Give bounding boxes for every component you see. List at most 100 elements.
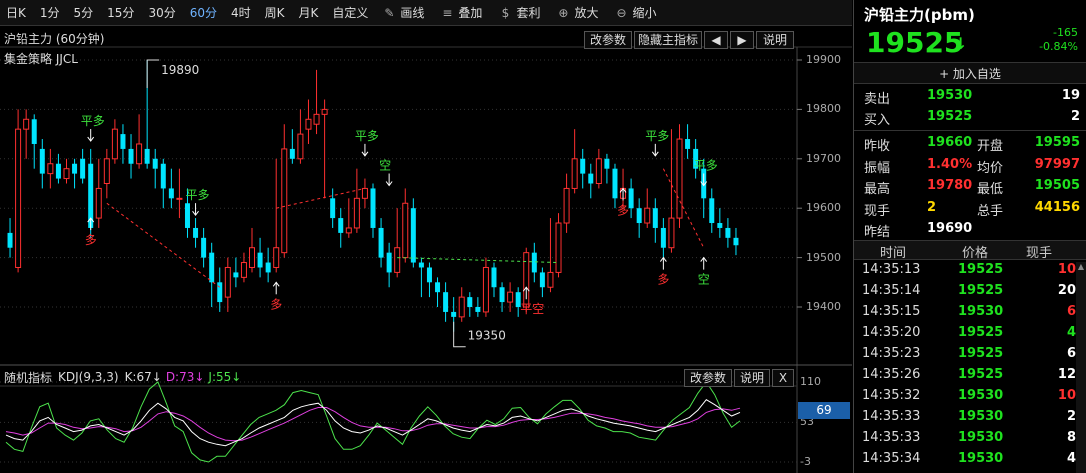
sell-volume: 19 (1061, 88, 1080, 103)
buy-row: 买入 19525 2 (854, 109, 1086, 130)
candle-body (628, 188, 634, 209)
kdj-help-button[interactable]: 说明 (734, 369, 770, 387)
candle-body (47, 163, 54, 175)
candle-body (111, 128, 118, 160)
candle-body (128, 148, 134, 164)
candle-body (338, 218, 344, 233)
help-button[interactable]: 说明 (756, 31, 794, 49)
price-axis-label: 19800 (806, 102, 841, 116)
tick-row: 14:35:23 19525 6 (854, 346, 1076, 367)
candle-body (580, 158, 586, 174)
tick-price: 19530 (958, 304, 1004, 319)
candle-body (668, 217, 675, 249)
tick-vol: 8 (1066, 430, 1076, 445)
tick-vol: 10 (1057, 262, 1076, 277)
tick-time: 14:35:14 (862, 283, 921, 298)
change-params-button[interactable]: 改参数 (584, 31, 632, 49)
candle-body (95, 187, 102, 219)
tick-price: 19530 (958, 430, 1004, 445)
candle-body (588, 173, 594, 184)
tick-row: 14:35:34 19530 4 (854, 451, 1076, 472)
kdj-close-button[interactable]: X (772, 369, 794, 387)
scroll-up-icon[interactable]: ▲ (1076, 262, 1086, 272)
ticks-header-time: 时间 (880, 246, 907, 261)
kdj-d-value: D:73↓ (165, 370, 205, 384)
candle-body (353, 197, 360, 229)
candle-body (475, 307, 481, 312)
chart-title: 沪铅主力 (60分钟) (4, 31, 105, 46)
tick-vol: 4 (1066, 451, 1076, 466)
signal-label: 空 (698, 273, 710, 287)
candle-body (636, 208, 642, 224)
stat-label: 昨结 (864, 225, 891, 240)
tick-vol: 10 (1057, 388, 1076, 403)
candle-body (507, 291, 514, 303)
tick-time: 14:35:32 (862, 388, 921, 403)
candle-body (313, 113, 320, 125)
signal-label: 平多 (81, 114, 105, 128)
stat-label: 振幅 (864, 160, 891, 176)
high-label: 19890 (161, 63, 199, 77)
candle-body (435, 282, 441, 293)
tick-vol: 6 (1066, 346, 1076, 361)
candle-body (201, 237, 207, 258)
tick-time: 14:35:15 (862, 304, 921, 319)
tick-vol: 20 (1057, 283, 1076, 298)
tick-price: 19525 (958, 346, 1004, 361)
divider (854, 130, 1086, 131)
candle-body (386, 252, 392, 273)
candle-body (394, 247, 401, 273)
tick-price: 19530 (958, 388, 1004, 403)
signal-label: 平多 (694, 159, 718, 173)
add-watchlist-button[interactable]: + 加入自选 (854, 62, 1086, 84)
candle-body (595, 158, 602, 185)
tick-time: 14:35:13 (862, 262, 921, 277)
stat-label: 现手 (864, 203, 891, 219)
stat-value: 44156 (1034, 199, 1080, 215)
candle-body (733, 237, 739, 246)
kdj-name: 随机指标 (4, 370, 53, 385)
candle-body (281, 148, 288, 254)
tick-vol: 4 (1066, 325, 1076, 340)
stat-value: 19505 (1034, 178, 1080, 193)
tick-time: 14:35:23 (862, 346, 921, 361)
candle-body (72, 163, 78, 174)
ticks-scrollbar[interactable]: ▲ (1076, 262, 1086, 473)
candle-body (458, 296, 465, 318)
kdj-axis-label: -3 (800, 455, 811, 468)
down-arrow-icon: ↓ (954, 34, 968, 53)
low-marker (453, 321, 466, 348)
sell-price: 19530 (927, 88, 973, 103)
kdj-params: KDJ(9,3,3) (58, 370, 119, 384)
tick-time: 14:35:34 (862, 451, 921, 466)
candle-body (539, 272, 545, 288)
hide-main-indicator-button[interactable]: 隐藏主指标 (634, 31, 702, 49)
candle-body (273, 247, 280, 268)
stat-label: 最低 (977, 182, 1004, 197)
candle-body (410, 208, 416, 263)
candle-body (39, 148, 45, 174)
scroll-right-button[interactable]: ▶ (730, 31, 754, 49)
candle-body (660, 227, 666, 248)
sell-row: 卖出 19530 19 (854, 88, 1086, 109)
candle-body (80, 158, 86, 179)
chart-canvas[interactable]: 1989019350平多多平多多平多空平空多平多多平多空 (0, 0, 852, 473)
candle-body (15, 128, 22, 268)
candle-body (652, 208, 658, 228)
buy-volume: 2 (1070, 109, 1080, 124)
candle-body (63, 168, 70, 180)
ticks-header-price: 价格 (962, 246, 989, 261)
candle-body (144, 148, 150, 164)
kdj-header: 随机指标 KDJ(9,3,3) K:67↓ D:73↓ J:55↓ (0, 368, 800, 386)
stats-row: 昨结 19690 (854, 221, 1086, 242)
candle-body (547, 271, 554, 288)
stat-value: 1.40% (927, 156, 973, 172)
kdj-change-params-button[interactable]: 改参数 (684, 369, 732, 387)
buy-label: 买入 (864, 113, 891, 128)
candle-body (160, 163, 166, 189)
price-axis-label: 19400 (806, 300, 841, 313)
tick-vol: 12 (1057, 367, 1076, 382)
scroll-left-button[interactable]: ◀ (704, 31, 728, 49)
signal-label: 多 (270, 297, 282, 311)
kdj-j-value: J:55↓ (208, 370, 242, 384)
